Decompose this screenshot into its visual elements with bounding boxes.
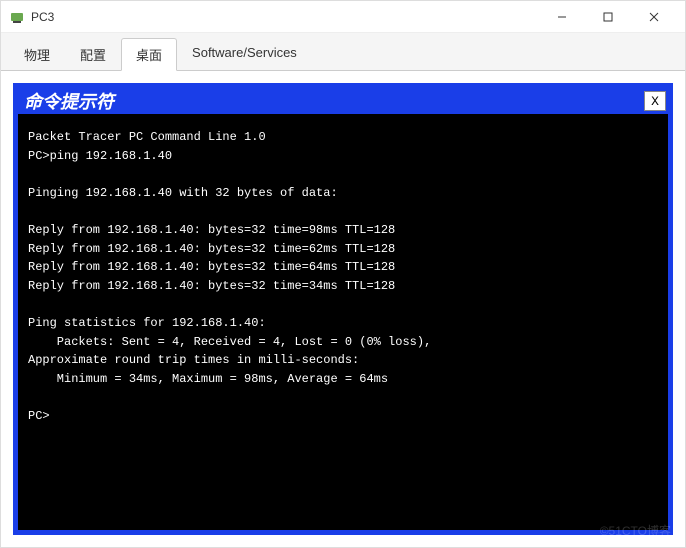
tab-software-services[interactable]: Software/Services xyxy=(177,38,312,71)
command-prompt-close-button[interactable]: X xyxy=(644,91,666,111)
desktop-area: 命令提示符 X Packet Tracer PC Command Line 1.… xyxy=(1,71,685,547)
app-icon xyxy=(9,9,25,25)
tab-config[interactable]: 配置 xyxy=(65,38,121,71)
window-title: PC3 xyxy=(31,10,54,24)
command-prompt-titlebar: 命令提示符 X xyxy=(18,88,668,114)
tab-desktop[interactable]: 桌面 xyxy=(121,38,177,71)
maximize-button[interactable] xyxy=(585,2,631,32)
command-prompt-title: 命令提示符 xyxy=(24,88,114,114)
titlebar: PC3 xyxy=(1,1,685,33)
close-button[interactable] xyxy=(631,2,677,32)
window-controls xyxy=(539,2,677,32)
tab-physical[interactable]: 物理 xyxy=(9,38,65,71)
terminal-output[interactable]: Packet Tracer PC Command Line 1.0 PC>pin… xyxy=(18,114,668,530)
watermark: ©51CTO博客 xyxy=(600,522,671,539)
tab-bar: 物理 配置 桌面 Software/Services xyxy=(1,33,685,71)
minimize-button[interactable] xyxy=(539,2,585,32)
command-prompt-window: 命令提示符 X Packet Tracer PC Command Line 1.… xyxy=(13,83,673,535)
app-window: PC3 物理 配置 桌面 Software/Services 命令提示符 X P… xyxy=(0,0,686,548)
